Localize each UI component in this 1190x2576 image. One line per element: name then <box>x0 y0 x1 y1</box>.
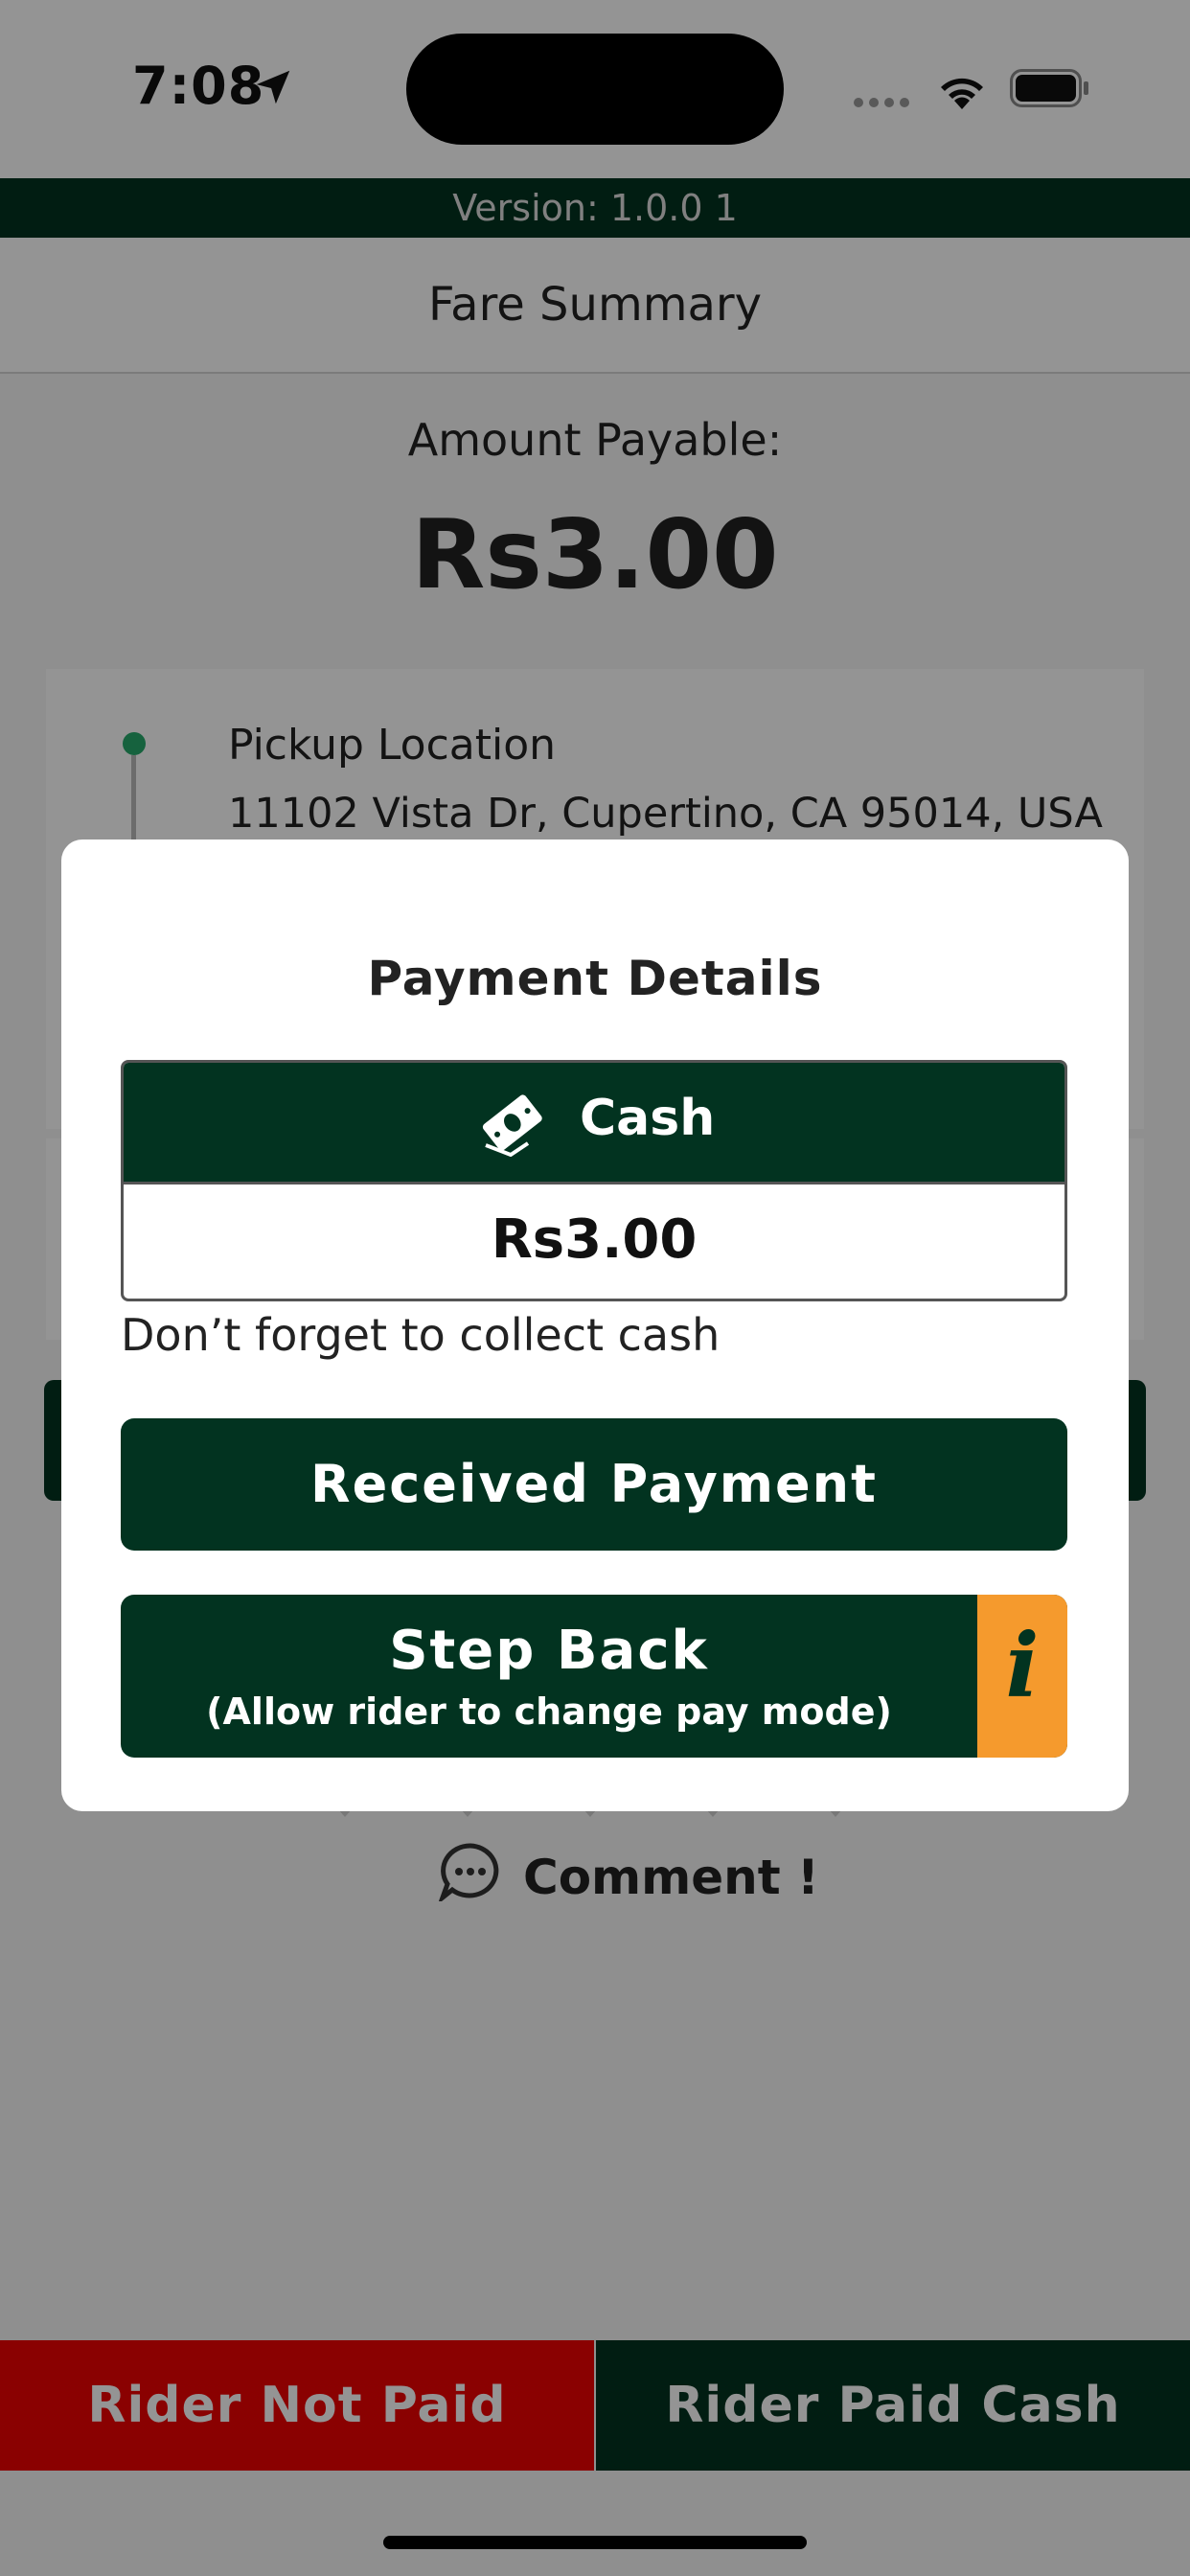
info-icon: i <box>1005 1614 1040 1717</box>
payment-method-label: Cash <box>580 1090 716 1147</box>
step-back-sublabel: (Allow rider to change pay mode) <box>206 1690 892 1733</box>
payment-method-box: Cash Rs3.00 <box>121 1060 1067 1301</box>
payment-details-modal: Payment Details Cash Rs3.00 Don’t forget… <box>61 840 1129 1811</box>
collect-cash-reminder: Don’t forget to collect cash <box>121 1309 721 1361</box>
payment-amount: Rs3.00 <box>491 1208 698 1271</box>
info-button[interactable]: i <box>977 1595 1067 1758</box>
cash-icon <box>482 1094 542 1157</box>
payment-method-header: Cash <box>124 1063 1064 1184</box>
modal-title: Payment Details <box>367 951 823 1006</box>
step-back-label: Step Back <box>389 1620 709 1682</box>
received-payment-button[interactable]: Received Payment <box>121 1418 1067 1551</box>
step-back-button[interactable]: Step Back (Allow rider to change pay mod… <box>121 1595 1067 1758</box>
home-indicator[interactable] <box>383 2536 807 2549</box>
